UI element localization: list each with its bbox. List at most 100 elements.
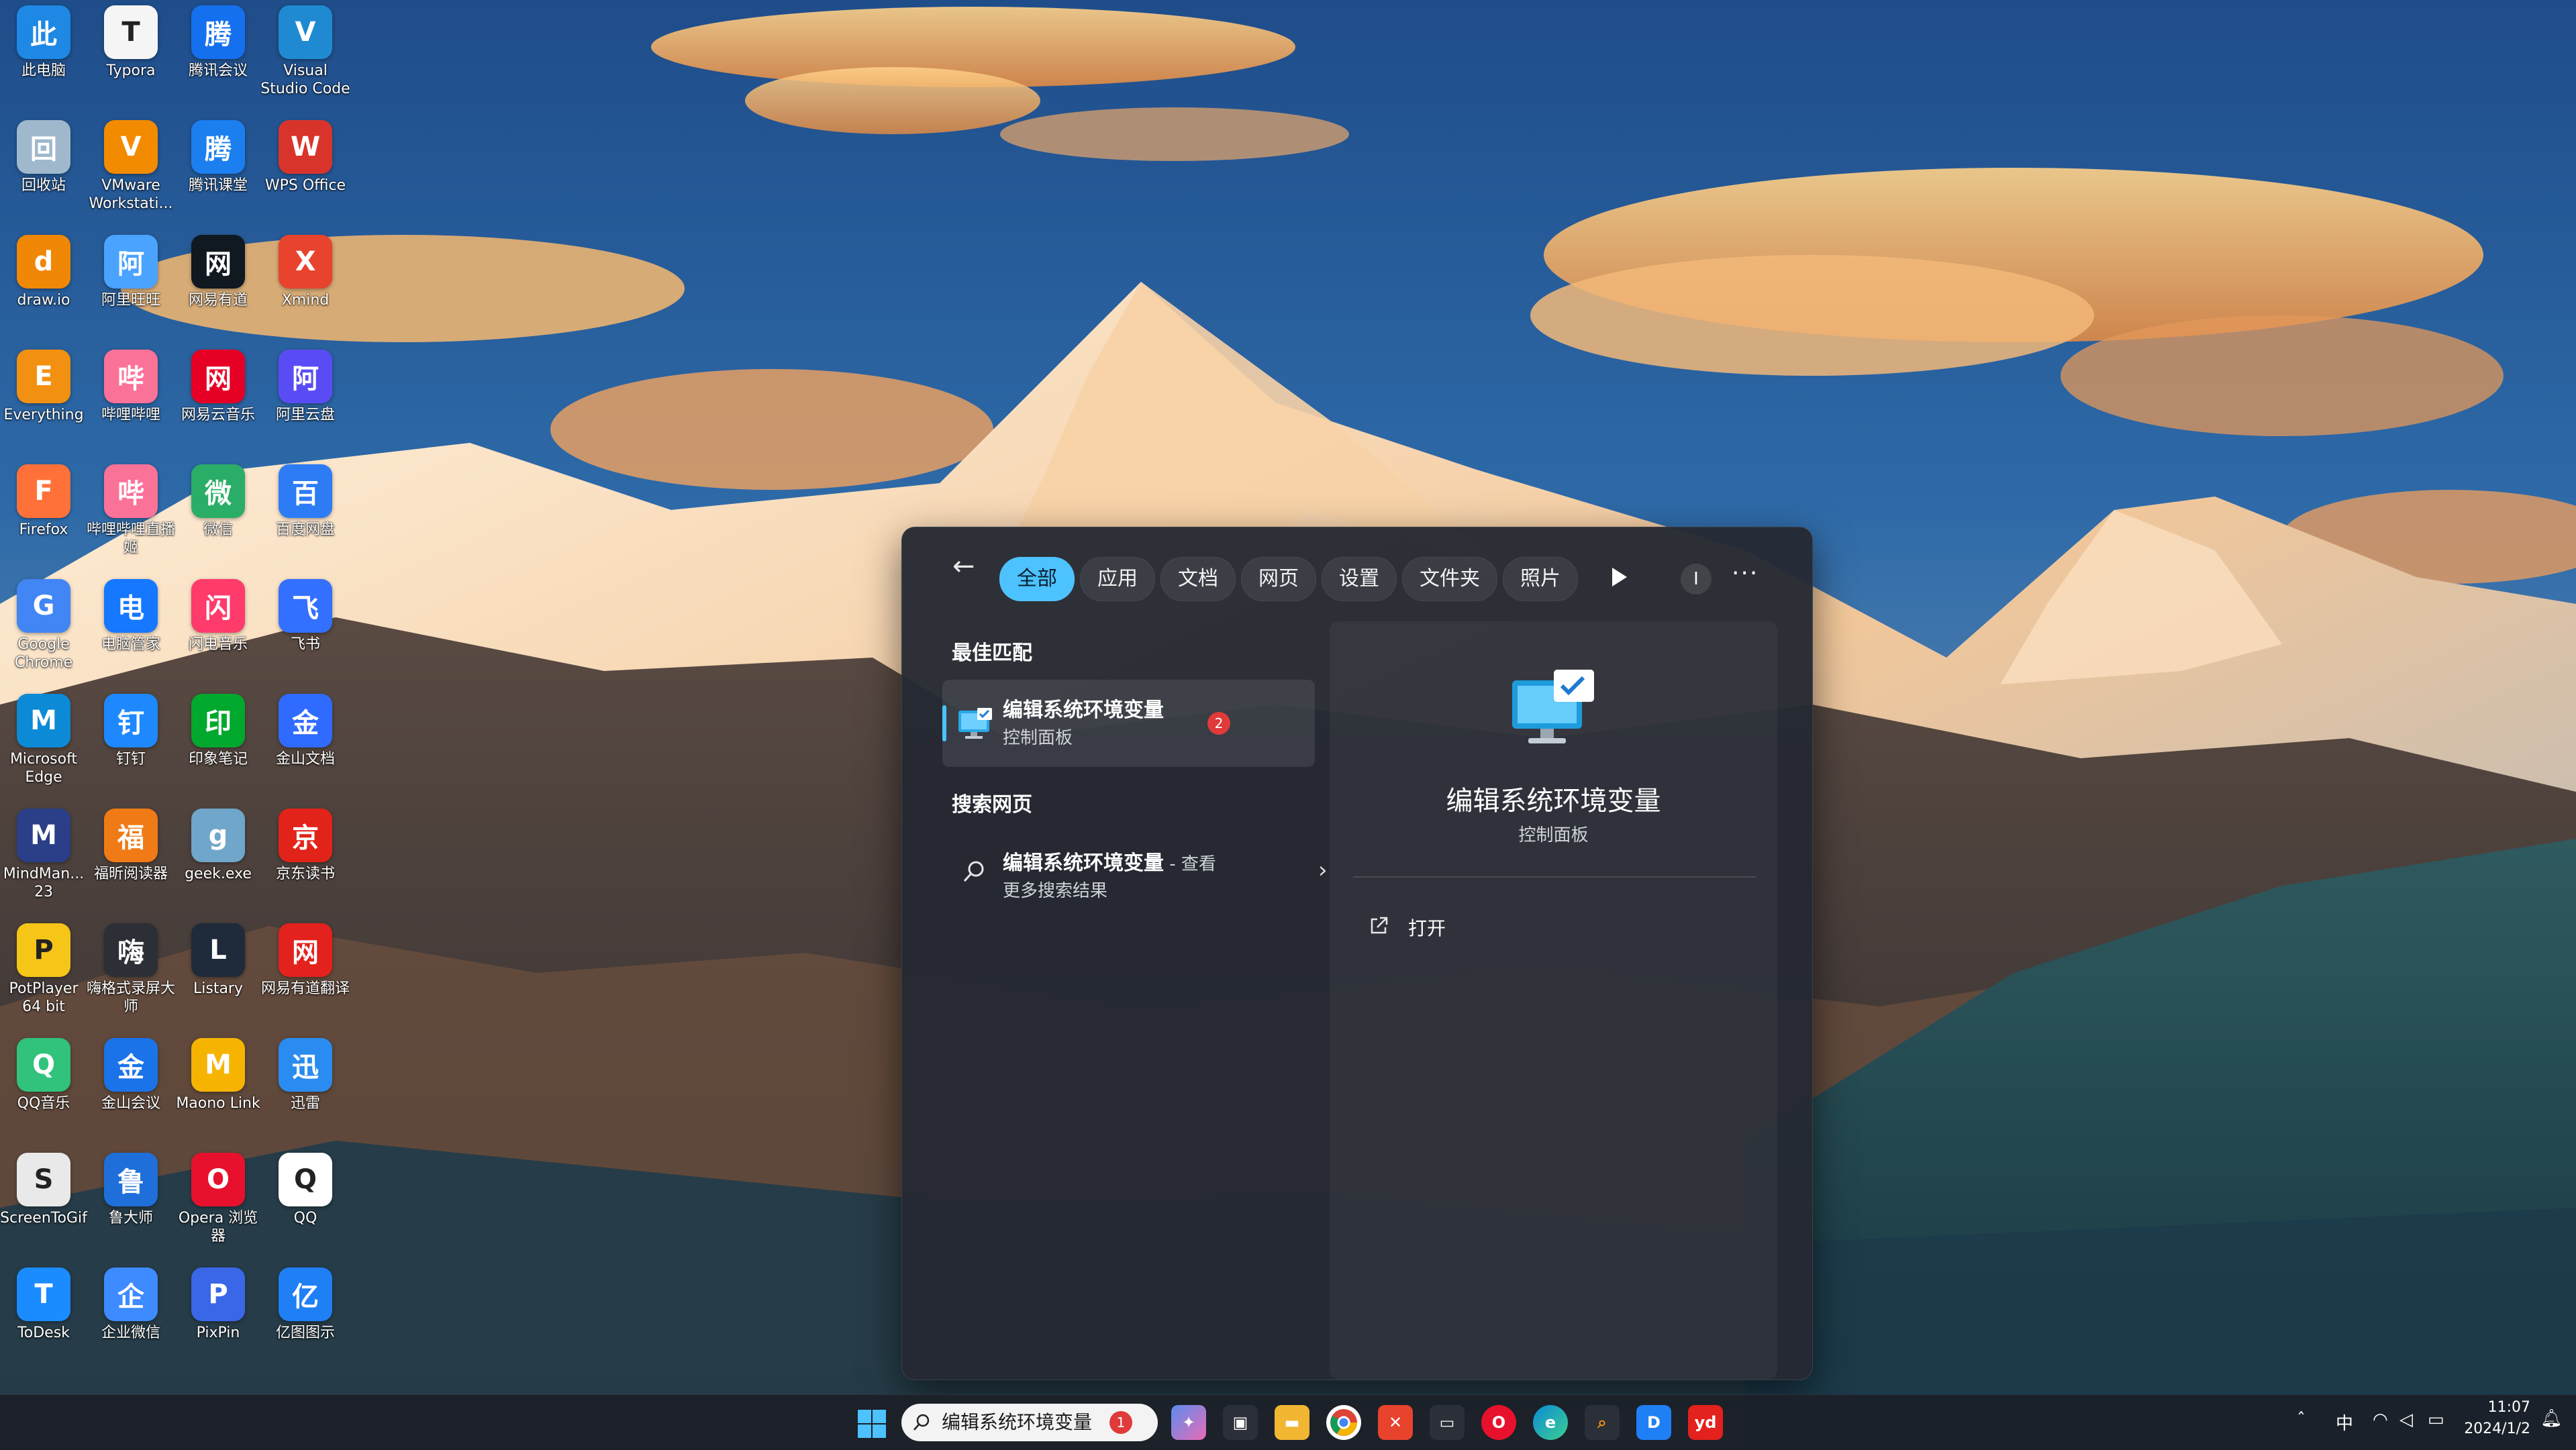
desktop-shortcut[interactable]: W WPS Office [262,115,349,229]
detail-title: 编辑系统环境变量 [1446,786,1661,817]
desktop-shortcut[interactable]: 哔哔哩哔哩直播姬 [87,459,175,573]
desktop-shortcut[interactable]: 网网易云音乐 [175,344,262,458]
desktop-shortcut[interactable]: 福福昕阅读器 [87,803,175,917]
ime-indicator[interactable]: 中 [2336,1410,2353,1435]
desktop-shortcut[interactable]: 印印象笔记 [175,688,262,802]
desktop-shortcut[interactable]: M MindMan... 23 [0,803,87,917]
aliwangwang-icon: 阿 [104,235,158,289]
desktop-shortcut[interactable]: X Xmind [262,229,349,344]
everything-taskbar-icon[interactable]: ⌕ [1585,1405,1620,1440]
desktop-shortcut-label: 腾讯会议 [188,62,248,79]
desktop-shortcut[interactable]: 亿亿图图示 [262,1262,349,1376]
wps-icon: W [279,120,332,174]
desktop-shortcut[interactable]: 飞飞书 [262,574,349,688]
desktop-shortcut[interactable]: O Opera 浏览器 [175,1147,262,1261]
youdao-taskbar-icon[interactable]: yd [1688,1405,1723,1440]
copilot-icon[interactable]: ✦ [1171,1405,1206,1440]
desktop-shortcut[interactable]: P PixPin [175,1262,262,1376]
desktop-shortcut-label: VMware Workstati... [89,177,173,212]
desktop-shortcut[interactable]: 腾腾讯课堂 [175,115,262,229]
file-explorer-icon[interactable]: ▬ [1275,1405,1309,1440]
desktop-shortcut[interactable]: M Microsoft Edge [0,688,87,802]
chrome-icon: G [17,579,70,633]
best-match-result[interactable]: 编辑系统环境变量 控制面板 2 [942,680,1315,767]
more-filters-play-icon[interactable] [1612,568,1627,586]
desktop-shortcut[interactable]: T ToDesk [0,1262,87,1376]
clock-date[interactable]: 2024/1/2 [2450,1420,2530,1437]
desktop-shortcut[interactable]: T Typora [87,0,175,114]
mindmanager-icon: M [17,809,70,862]
desktop-shortcut[interactable]: Q QQ [262,1147,349,1261]
desktop-shortcut[interactable]: 闪闪电音乐 [175,574,262,688]
filter-chip-folders[interactable]: 文件夹 [1402,557,1497,601]
desktop-shortcut[interactable]: 微微信 [175,459,262,573]
chevron-up-icon[interactable]: ˆ [2297,1410,2306,1430]
meeting-taskbar-icon[interactable]: ▭ [1430,1405,1465,1440]
battery-icon[interactable]: ▭ [2428,1410,2444,1430]
web-search-result[interactable]: 编辑系统环境变量 - 查看 更多搜索结果 › [942,833,1328,913]
edge-icon: M [17,694,70,747]
filter-chip-documents[interactable]: 文档 [1160,557,1236,601]
desktop-shortcut[interactable]: F Firefox [0,459,87,573]
desktop-shortcut[interactable]: 腾腾讯会议 [175,0,262,114]
netease-sync-icon: 网 [191,235,245,289]
back-arrow-icon[interactable]: ← [952,553,979,580]
edge-taskbar-icon[interactable]: e [1533,1405,1568,1440]
desktop-shortcut[interactable]: 阿阿里旺旺 [87,229,175,344]
desktop-shortcut[interactable]: G Google Chrome [0,574,87,688]
opera-taskbar-icon[interactable]: O [1481,1405,1516,1440]
chevron-right-icon[interactable]: › [1318,857,1328,884]
filter-chip-settings[interactable]: 设置 [1322,557,1397,601]
filter-chip-photos[interactable]: 照片 [1503,557,1578,601]
filter-chip-web[interactable]: 网页 [1241,557,1316,601]
more-options-icon[interactable]: ··· [1732,560,1758,587]
desktop-shortcut[interactable]: V VMware Workstati... [87,115,175,229]
desktop-shortcut[interactable]: 电电脑管家 [87,574,175,688]
open-action[interactable]: 打开 [1353,903,1756,950]
volume-icon[interactable]: ◁ [2399,1410,2413,1430]
desktop-shortcut[interactable]: 京京东读书 [262,803,349,917]
wifi-icon[interactable]: ◠ [2373,1410,2388,1430]
desktop-shortcut[interactable]: P PotPlayer 64 bit [0,918,87,1032]
desktop-shortcut[interactable]: L Listary [175,918,262,1032]
desktop-shortcut[interactable]: 网网易有道 [175,229,262,344]
desktop-shortcut[interactable]: 迅迅雷 [262,1033,349,1147]
taskbar-search-box[interactable]: 编辑系统环境变量 1 [901,1404,1158,1441]
desktop-shortcut[interactable]: Q QQ音乐 [0,1033,87,1147]
notification-bell-icon[interactable]: 🔔︎ [2540,1408,2563,1429]
desktop-shortcut[interactable]: 嗨嗨格式录屏大师 [87,918,175,1032]
desktop-shortcut[interactable]: 金金山会议 [87,1033,175,1147]
web-result-subtitle: 更多搜索结果 [1003,881,1108,901]
opera-icon: O [191,1153,245,1206]
task-view-icon[interactable]: ▣ [1223,1405,1258,1440]
xunlei-icon: 迅 [279,1038,332,1092]
account-avatar[interactable]: I [1681,564,1712,594]
desktop-shortcut[interactable]: 金金山文档 [262,688,349,802]
desktop-shortcut[interactable]: 阿阿里云盘 [262,344,349,458]
desktop-shortcut[interactable]: 回回收站 [0,115,87,229]
desktop-shortcut[interactable]: 鲁鲁大师 [87,1147,175,1261]
desktop-shortcut[interactable]: g geek.exe [175,803,262,917]
todesk-icon: T [17,1267,70,1321]
xmind-taskbar-icon[interactable]: ✕ [1378,1405,1413,1440]
desktop-shortcut[interactable]: 百百度网盘 [262,459,349,573]
desktop-shortcut[interactable]: 哔哔哩哔哩 [87,344,175,458]
desktop-shortcut[interactable]: S ScreenToGif [0,1147,87,1261]
filter-chip-apps[interactable]: 应用 [1080,557,1155,601]
chrome-taskbar-icon[interactable] [1326,1405,1361,1440]
windows-start-icon[interactable] [858,1410,886,1438]
desktop-shortcut[interactable]: 钉钉钉 [87,688,175,802]
desktop-shortcut[interactable]: 此此电脑 [0,0,87,114]
desktop-shortcut[interactable]: M Maono Link [175,1033,262,1147]
clock-time[interactable]: 11:07 [2463,1399,2530,1416]
desktop-shortcut[interactable]: 企企业微信 [87,1262,175,1376]
wechat-icon: 微 [191,464,245,518]
netease-music-icon: 网 [191,350,245,403]
desktop-shortcut[interactable]: E Everything [0,344,87,458]
desktop-shortcut[interactable]: d draw.io [0,229,87,344]
desktop-shortcut-label: 网易云音乐 [181,407,255,423]
desktop-shortcut[interactable]: 网网易有道翻译 [261,918,350,1032]
desktop-shortcut[interactable]: V Visual Studio Code [260,0,350,114]
edraw-taskbar-icon[interactable]: D [1636,1405,1671,1440]
filter-chip-all[interactable]: 全部 [999,557,1075,601]
